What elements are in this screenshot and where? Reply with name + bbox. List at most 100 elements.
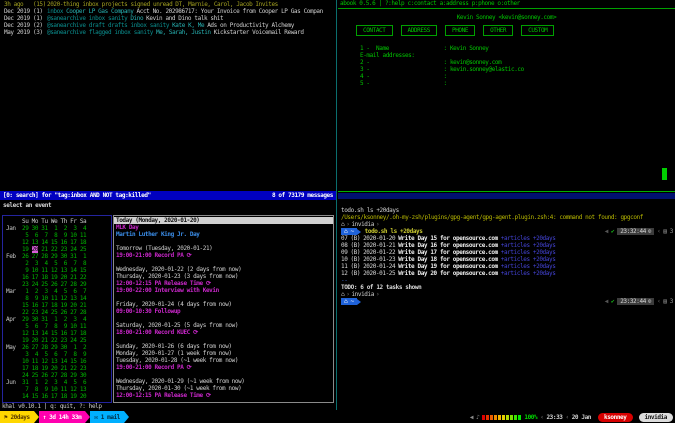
agenda-line[interactable]: 12:00-12:15 PA Release Time ⟳ xyxy=(114,392,333,399)
week-dates[interactable]: 23 24 25 26 27 28 29 xyxy=(22,281,86,288)
calendar-week-row[interactable]: Apr29 30 31 1 2 3 4 xyxy=(3,316,111,323)
khal-calendar-box[interactable]: Su Mo Tu We Th Fr Sa Jan29 30 31 1 2 3 4… xyxy=(2,215,112,403)
mail-thread-row[interactable]: May 2019(3)@sanearchive flagged inbox sa… xyxy=(0,29,336,36)
week-dates[interactable]: 1 2 3 4 5 6 7 xyxy=(22,288,86,295)
agenda-line[interactable]: Friday, 2020-01-24 (4 days from now) xyxy=(114,301,333,308)
abook-tab[interactable]: OTHER xyxy=(483,25,513,36)
week-dates[interactable]: 15 16 17 18 19 20 21 xyxy=(22,302,86,309)
todo-task-row[interactable]: 08(B)2020-01-21Write Day 16 for opensour… xyxy=(338,242,675,249)
agenda-line[interactable]: 09:00-10:30 Followup xyxy=(114,308,333,315)
calendar-week-row[interactable]: Jun31 1 2 3 4 5 6 xyxy=(3,379,111,386)
calendar-week-row[interactable]: 12 13 14 15 16 17 18 xyxy=(3,239,111,246)
agenda-line[interactable]: MLK Day xyxy=(114,224,333,231)
calendar-week-row[interactable]: 14 15 16 17 18 19 20 xyxy=(3,393,111,400)
agenda-line[interactable]: Thursday, 2020-01-30 (~1 week from now) xyxy=(114,385,333,392)
abook-field-row[interactable]: 5 - : xyxy=(338,80,675,87)
week-dates[interactable]: 26 27 28 29 30 31 1 xyxy=(22,253,86,260)
agenda-line[interactable]: Tomorrow (Tuesday, 2020-01-21) xyxy=(114,245,333,252)
agenda-line[interactable] xyxy=(114,336,333,343)
week-dates[interactable]: 31 1 2 3 4 5 6 xyxy=(22,379,86,386)
calendar-week-row[interactable]: 24 25 26 27 28 29 30 xyxy=(3,372,111,379)
agenda-line[interactable]: 12:00-12:15 PA Release Time ⟳ xyxy=(114,280,333,287)
calendar-week-row[interactable]: 22 23 24 25 26 27 28 xyxy=(3,309,111,316)
agenda-line[interactable] xyxy=(114,259,333,266)
week-dates[interactable]: 19 20 21 22 23 24 25 xyxy=(22,246,86,253)
abook-tab[interactable]: CUSTOM xyxy=(521,25,554,36)
agenda-line[interactable]: Today (Monday, 2020-01-20) xyxy=(114,217,333,224)
mail-thread-row[interactable]: 3h ago(15)2020-thing inbox projects sign… xyxy=(0,1,336,8)
calendar-week-row[interactable]: 3 4 5 6 7 8 9 xyxy=(3,351,111,358)
week-dates[interactable]: 24 25 26 27 28 29 30 xyxy=(22,372,86,379)
abook-field-row[interactable]: 4 - : xyxy=(338,73,675,80)
agenda-line[interactable]: Saturday, 2020-01-25 (5 days from now) xyxy=(114,322,333,329)
tmux-horizontal-border[interactable] xyxy=(338,191,675,192)
calendar-week-row[interactable]: 23 24 25 26 27 28 29 xyxy=(3,281,111,288)
week-dates[interactable]: 16 17 18 19 20 21 22 xyxy=(22,274,86,281)
khal-agenda-box[interactable]: Today (Monday, 2020-01-20) MLK Day Marti… xyxy=(113,215,334,403)
week-dates[interactable]: 9 10 11 12 13 14 15 xyxy=(22,267,86,274)
todo-task-row[interactable]: 11(B)2020-01-24Write Day 19 for opensour… xyxy=(338,263,675,270)
week-dates[interactable]: 3 4 5 6 7 8 9 xyxy=(22,351,86,358)
week-dates[interactable]: 17 18 19 20 21 22 23 xyxy=(22,365,86,372)
week-dates[interactable]: 29 30 31 1 2 3 4 xyxy=(22,225,86,232)
calendar-week-row[interactable]: 19 20 21 22 23 24 25 xyxy=(3,337,111,344)
week-dates[interactable]: 8 9 10 11 12 13 14 xyxy=(22,295,86,302)
agenda-line[interactable]: 19:00-21:00 Record PA ⟳ xyxy=(114,252,333,259)
hostname-badge[interactable]: invidia xyxy=(639,413,674,422)
typed-command[interactable]: todo.sh ls +20days xyxy=(365,228,423,235)
todo-task-row[interactable]: 10(B)2020-01-23Write Day 18 for opensour… xyxy=(338,256,675,263)
abook-tab[interactable]: PHONE xyxy=(445,25,475,36)
calendar-week-row[interactable]: 12 13 14 15 16 17 18 xyxy=(3,330,111,337)
week-dates[interactable]: 12 13 14 15 16 17 18 xyxy=(22,239,86,246)
calendar-week-row[interactable]: 8 9 10 11 12 13 14 xyxy=(3,295,111,302)
agenda-line[interactable]: Sunday, 2020-01-26 (6 days from now) xyxy=(114,343,333,350)
calendar-week-row[interactable]: Jan29 30 31 1 2 3 4 xyxy=(3,225,111,232)
calendar-week-row[interactable]: Mar 1 2 3 4 5 6 7 xyxy=(3,288,111,295)
agenda-line[interactable]: Thursday, 2020-01-23 (3 days from now) xyxy=(114,273,333,280)
abook-tab[interactable]: CONTACT xyxy=(356,25,393,36)
week-dates[interactable]: 10 11 12 13 14 15 16 xyxy=(22,358,86,365)
calendar-week-row[interactable]: 5 6 7 8 9 10 11 xyxy=(3,232,111,239)
calendar-week-row[interactable]: Feb26 27 28 29 30 31 1 xyxy=(3,253,111,260)
agenda-line[interactable] xyxy=(114,371,333,378)
agenda-line[interactable] xyxy=(114,238,333,245)
week-dates[interactable]: 7 8 9 10 11 12 13 xyxy=(22,386,86,393)
abook-field-row[interactable]: E-mail addresses: xyxy=(338,52,675,59)
todo-task-row[interactable]: 07(B)2020-01-20Write Day 15 for opensour… xyxy=(338,235,675,242)
week-dates[interactable]: 5 6 7 8 9 10 11 xyxy=(22,232,86,239)
calendar-week-row[interactable]: May26 27 28 29 30 1 2 xyxy=(3,344,111,351)
abook-field-row[interactable]: 1 - Name : Kevin Sonney xyxy=(338,45,675,52)
week-dates[interactable]: 19 20 21 22 23 24 25 xyxy=(22,337,86,344)
agenda-line[interactable]: 18:00-21:00 Record KUEC ⟳ xyxy=(114,329,333,336)
session-name-badge[interactable]: ksonney xyxy=(598,413,633,422)
abook-field-row[interactable]: 3 - : kevin.sonney@elastic.co xyxy=(338,66,675,73)
mail-thread-row[interactable]: Dec 2019(1)@sanearchive inbox sanityDino… xyxy=(0,15,336,22)
agenda-line[interactable]: Wednesday, 2020-01-22 (2 days from now) xyxy=(114,266,333,273)
agenda-line[interactable]: 19:00-22:00 Interview with Kevin xyxy=(114,287,333,294)
week-dates[interactable]: 29 30 31 1 2 3 4 xyxy=(22,316,86,323)
abook-tab[interactable]: ADDRESS xyxy=(401,25,438,36)
pane-terminal-todo[interactable]: todo.sh ls +20days /Users/ksonney/.oh-my… xyxy=(338,193,675,410)
todo-task-row[interactable]: 09(B)2020-01-22Write Day 17 for opensour… xyxy=(338,249,675,256)
week-dates[interactable]: 2 3 4 5 6 7 8 xyxy=(22,260,86,267)
agenda-line[interactable]: Tuesday, 2020-01-28 (~1 week from now) xyxy=(114,357,333,364)
agenda-line[interactable]: Wednesday, 2020-01-29 (~1 week from now) xyxy=(114,378,333,385)
agenda-line[interactable]: 19:00-21:00 Record PA ⟳ xyxy=(114,364,333,371)
agenda-line[interactable] xyxy=(114,294,333,301)
week-dates[interactable]: 14 15 16 17 18 19 20 xyxy=(22,393,86,400)
calendar-week-row[interactable]: 10 11 12 13 14 15 16 xyxy=(3,358,111,365)
calendar-week-row[interactable]: 19 20 21 22 23 24 25 xyxy=(3,246,111,253)
week-dates[interactable]: 12 13 14 15 16 17 18 xyxy=(22,330,86,337)
week-dates[interactable]: 22 23 24 25 26 27 28 xyxy=(22,309,86,316)
agenda-line[interactable] xyxy=(114,315,333,322)
calendar-week-row[interactable]: 7 8 9 10 11 12 13 xyxy=(3,386,111,393)
mail-thread-row[interactable]: Dec 2019(1)inboxCooper LP Gas CompanyAcc… xyxy=(0,8,336,15)
agenda-line[interactable]: Monday, 2020-01-27 (1 week from now) xyxy=(114,350,333,357)
calendar-week-row[interactable]: 16 17 18 19 20 21 22 xyxy=(3,274,111,281)
mail-thread-row[interactable]: Dec 2019(2)@sanearchive draft drafts inb… xyxy=(0,22,336,29)
week-dates[interactable]: 26 27 28 29 30 1 2 xyxy=(22,344,86,351)
calendar-week-row[interactable]: 9 10 11 12 13 14 15 xyxy=(3,267,111,274)
pane-abook[interactable]: abook 0.5.6 | ?:help c:contact a:address… xyxy=(338,0,675,191)
command-line[interactable]: ⌂ ~ todo.sh ls +20days ◀ ✔ 23:32:44⊙ ‹ ▤… xyxy=(338,228,675,235)
calendar-week-row[interactable]: 15 16 17 18 19 20 21 xyxy=(3,302,111,309)
